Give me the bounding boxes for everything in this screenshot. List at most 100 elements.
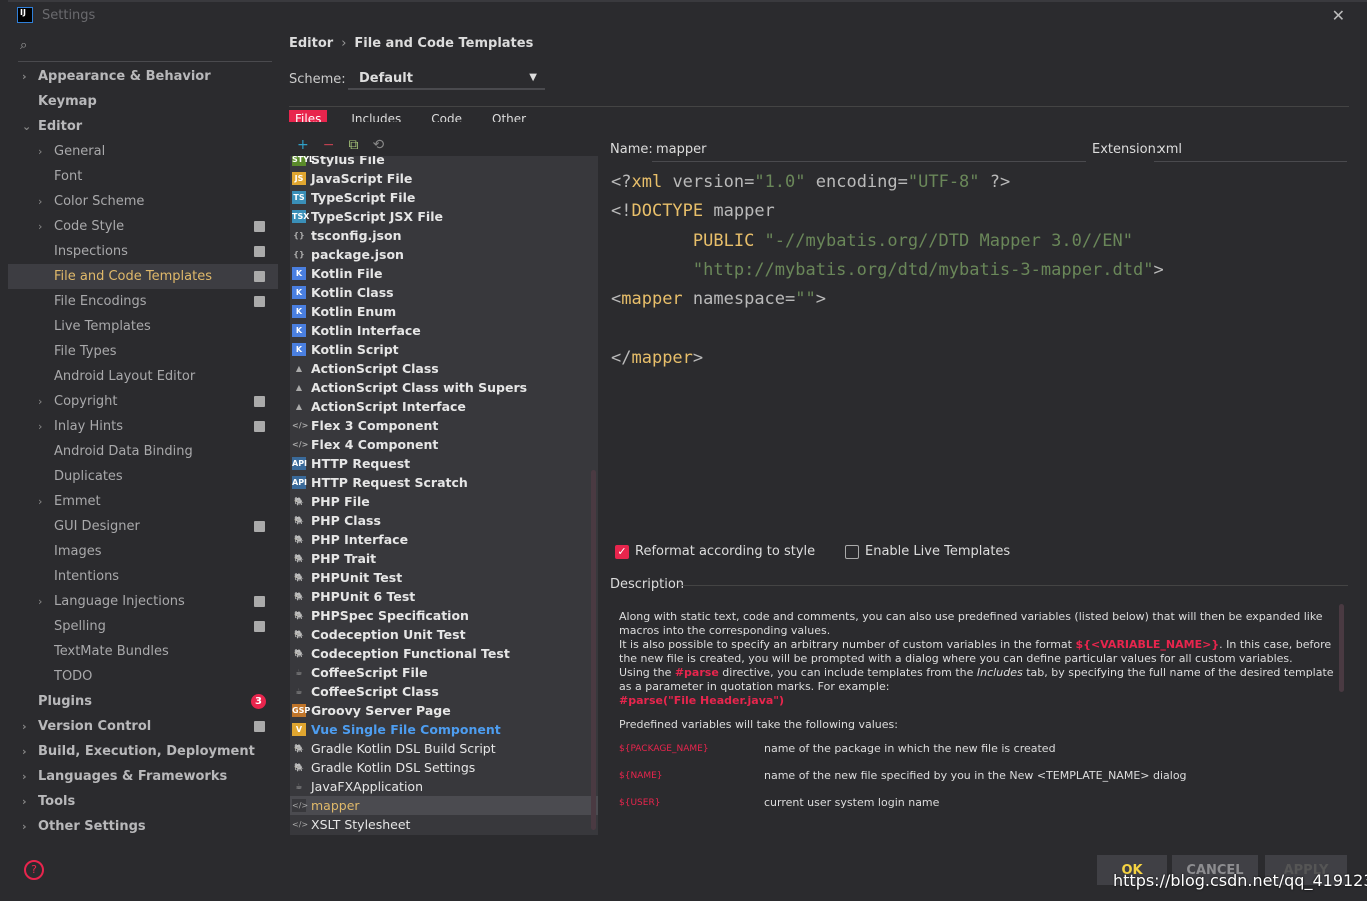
template-item[interactable]: GSP Groovy Server Page (290, 701, 598, 720)
template-item[interactable]: TS TypeScript File (290, 188, 598, 207)
remove-icon[interactable]: − (323, 137, 335, 153)
template-item[interactable]: ▲ ActionScript Class with Supers (290, 378, 598, 397)
chevron-right-icon[interactable]: › (38, 214, 42, 239)
template-item[interactable]: ☕ JavaFXApplication (290, 777, 598, 796)
sidebar-item-inspections[interactable]: Inspections (8, 239, 278, 264)
sidebar-item-languages-frameworks[interactable]: › Languages & Frameworks (8, 764, 278, 789)
template-item[interactable]: 🐘 PHP Trait (290, 549, 598, 568)
chevron-down-icon[interactable]: ⌄ (22, 114, 31, 139)
sidebar-item-file-and-code-templates[interactable]: File and Code Templates (8, 264, 278, 289)
sidebar-item-general[interactable]: › General (8, 139, 278, 164)
sidebar-item-appearance-behavior[interactable]: › Appearance & Behavior (8, 64, 278, 89)
chevron-right-icon[interactable]: › (22, 814, 27, 839)
template-item[interactable]: K Kotlin Class (290, 283, 598, 302)
live-templates-checkbox[interactable]: Enable Live Templates (845, 544, 1010, 559)
chevron-right-icon[interactable]: › (22, 764, 27, 789)
template-item[interactable]: K Kotlin Enum (290, 302, 598, 321)
chevron-right-icon[interactable]: › (22, 714, 27, 739)
template-code-editor[interactable]: <?xml version="1.0" encoding="UTF-8" ?> <… (611, 168, 1164, 373)
template-item[interactable]: V Vue Single File Component (290, 720, 598, 739)
sidebar-item-live-templates[interactable]: Live Templates (8, 314, 278, 339)
sidebar-item-duplicates[interactable]: Duplicates (8, 464, 278, 489)
scheme-dropdown[interactable]: Default ▼ (348, 68, 545, 90)
template-item[interactable]: ▲ ActionScript Interface (290, 397, 598, 416)
sidebar-item-gui-designer[interactable]: GUI Designer (8, 514, 278, 539)
template-item[interactable]: 🐘 PHPUnit 6 Test (290, 587, 598, 606)
template-item[interactable]: 🐘 Codeception Unit Test (290, 625, 598, 644)
sidebar-item-emmet[interactable]: › Emmet (8, 489, 278, 514)
sidebar-item-editor[interactable]: ⌄ Editor (8, 114, 278, 139)
sidebar-item-tools[interactable]: › Tools (8, 789, 278, 814)
tab-includes[interactable]: Includes (345, 110, 407, 122)
template-item[interactable]: </> XSLT Stylesheet (290, 815, 598, 834)
sidebar-item-intentions[interactable]: Intentions (8, 564, 278, 589)
sidebar-item-images[interactable]: Images (8, 539, 278, 564)
template-item[interactable]: 🐘 PHPSpec Specification (290, 606, 598, 625)
sidebar-item-other-settings[interactable]: › Other Settings (8, 814, 278, 839)
template-item[interactable]: 🐘 Gradle Kotlin DSL Build Script (290, 739, 598, 758)
tab-code[interactable]: Code (425, 110, 468, 122)
template-item[interactable]: {} tsconfig.json (290, 226, 598, 245)
template-item[interactable]: TSX TypeScript JSX File (290, 207, 598, 226)
reset-icon[interactable]: ⟲ (372, 137, 384, 153)
chevron-right-icon[interactable]: › (22, 789, 27, 814)
template-item[interactable]: ☕ CoffeeScript File (290, 663, 598, 682)
sidebar-item-spelling[interactable]: Spelling (8, 614, 278, 639)
sidebar-item-language-injections[interactable]: › Language Injections (8, 589, 278, 614)
sidebar-item-todo[interactable]: TODO (8, 664, 278, 689)
chevron-right-icon[interactable]: › (38, 489, 42, 514)
template-item[interactable]: API HTTP Request Scratch (290, 473, 598, 492)
copy-icon[interactable]: ⧉ (348, 137, 358, 153)
chevron-right-icon[interactable]: › (22, 739, 27, 764)
help-icon[interactable]: ? (24, 860, 44, 880)
template-item[interactable]: K Kotlin Script (290, 340, 598, 359)
sidebar-item-copyright[interactable]: › Copyright (8, 389, 278, 414)
template-item[interactable]: JS JavaScript File (290, 169, 598, 188)
template-item[interactable]: </> mapper (290, 796, 598, 815)
template-item[interactable]: 🐘 PHP Class (290, 511, 598, 530)
template-item[interactable]: K Kotlin File (290, 264, 598, 283)
template-item[interactable]: K Kotlin Interface (290, 321, 598, 340)
sidebar-item-file-types[interactable]: File Types (8, 339, 278, 364)
sidebar-item-inlay-hints[interactable]: › Inlay Hints (8, 414, 278, 439)
sidebar-item-plugins[interactable]: Plugins 3 (8, 689, 278, 714)
template-item[interactable]: </> Flex 4 Component (290, 435, 598, 454)
template-item[interactable]: ▲ ActionScript Class (290, 359, 598, 378)
chevron-right-icon[interactable]: › (38, 414, 42, 439)
close-icon[interactable]: ✕ (1332, 6, 1345, 25)
template-item[interactable]: {} package.json (290, 245, 598, 264)
list-scrollbar[interactable] (591, 470, 596, 830)
template-item[interactable]: 🐘 Gradle Kotlin DSL Settings (290, 758, 598, 777)
template-item[interactable]: 🐘 Codeception Functional Test (290, 644, 598, 663)
chevron-right-icon[interactable]: › (38, 389, 42, 414)
chevron-right-icon[interactable]: › (38, 139, 42, 164)
chevron-right-icon[interactable]: › (22, 64, 27, 89)
sidebar-item-code-style[interactable]: › Code Style (8, 214, 278, 239)
tab-files[interactable]: Files (289, 110, 328, 122)
settings-search-input[interactable]: ⌕ (18, 36, 272, 62)
chevron-right-icon[interactable]: › (38, 189, 42, 214)
sidebar-item-android-data-binding[interactable]: Android Data Binding (8, 439, 278, 464)
template-item[interactable]: 🐘 PHP File (290, 492, 598, 511)
name-input[interactable]: mapper (652, 138, 1086, 162)
sidebar-item-version-control[interactable]: › Version Control (8, 714, 278, 739)
description-scrollbar[interactable] (1339, 604, 1344, 692)
template-item[interactable]: API HTTP Request (290, 454, 598, 473)
reformat-checkbox[interactable]: ✓ Reformat according to style (615, 544, 815, 559)
add-icon[interactable]: + (297, 137, 309, 153)
template-item[interactable]: ☕ CoffeeScript Class (290, 682, 598, 701)
sidebar-item-color-scheme[interactable]: › Color Scheme (8, 189, 278, 214)
tab-other[interactable]: Other (486, 110, 532, 122)
sidebar-item-keymap[interactable]: Keymap (8, 89, 278, 114)
sidebar-item-file-encodings[interactable]: File Encodings (8, 289, 278, 314)
extension-input[interactable]: xml (1154, 138, 1347, 162)
chevron-right-icon[interactable]: › (38, 589, 42, 614)
sidebar-item-textmate-bundles[interactable]: TextMate Bundles (8, 639, 278, 664)
template-item[interactable]: </> Flex 3 Component (290, 416, 598, 435)
sidebar-item-build-execution-deployment[interactable]: › Build, Execution, Deployment (8, 739, 278, 764)
template-item[interactable]: 🐘 PHP Interface (290, 530, 598, 549)
template-item[interactable]: 🐘 PHPUnit Test (290, 568, 598, 587)
template-item[interactable]: STYL Stylus File (290, 156, 598, 169)
sidebar-item-font[interactable]: Font (8, 164, 278, 189)
sidebar-item-android-layout-editor[interactable]: Android Layout Editor (8, 364, 278, 389)
